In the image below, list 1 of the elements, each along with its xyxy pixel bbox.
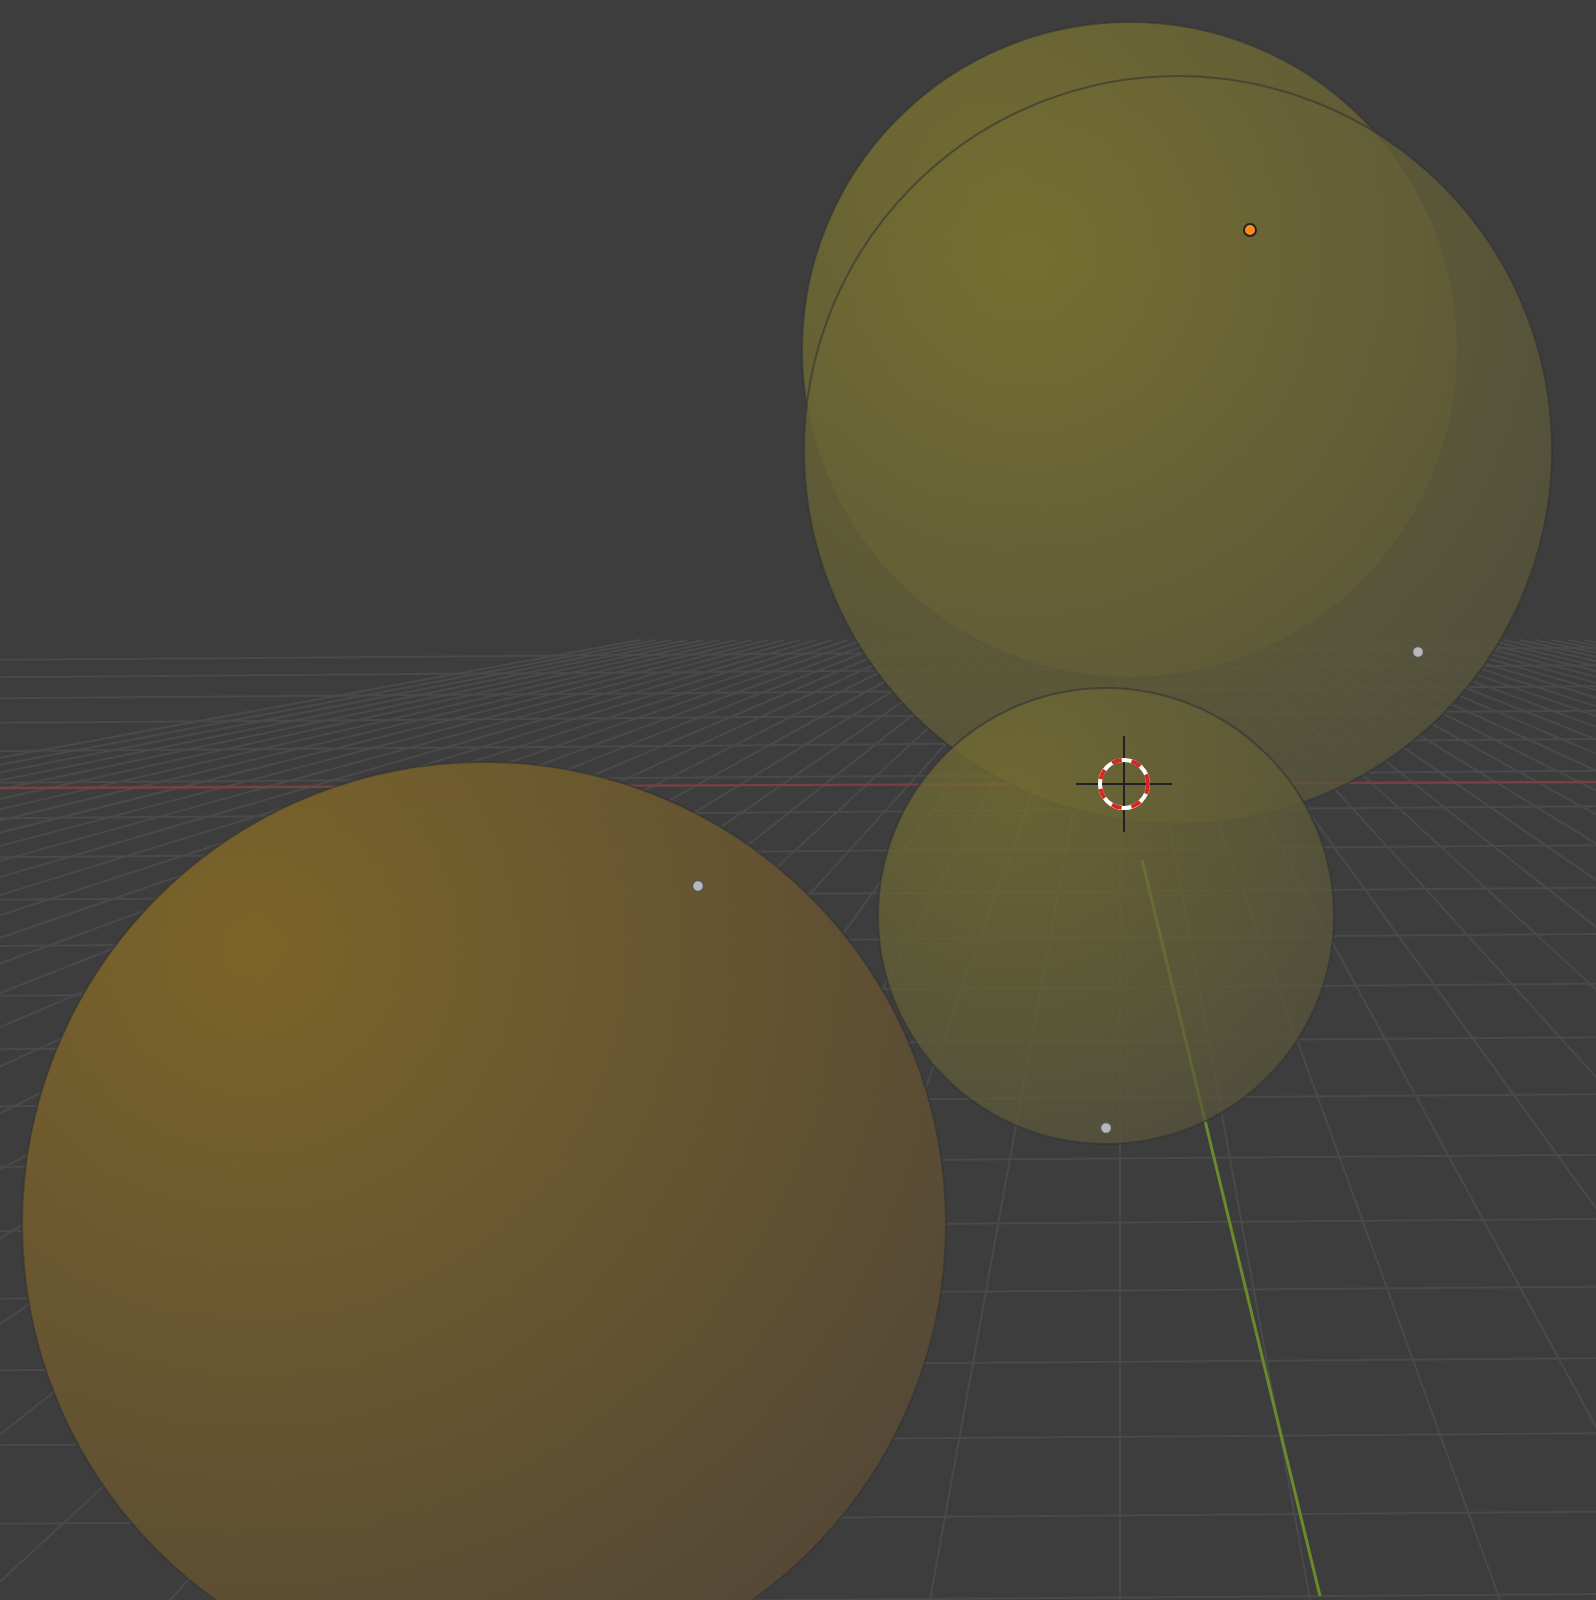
- 3d-cursor-icon: [1075, 735, 1173, 833]
